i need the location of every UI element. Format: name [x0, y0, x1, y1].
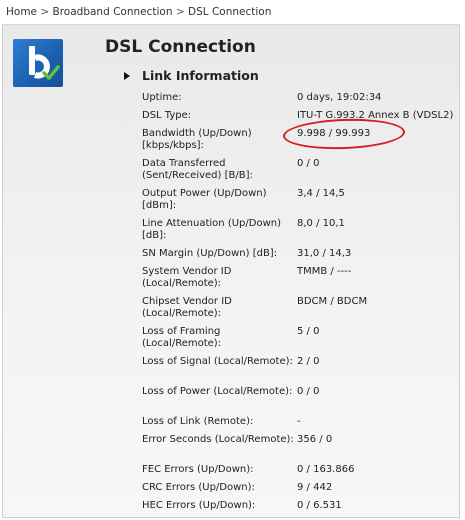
- row-label: FEC Errors (Up/Down):: [142, 464, 254, 475]
- row-value: 0 / 6.531: [297, 500, 342, 511]
- breadcrumb-separator: >: [40, 6, 50, 18]
- breadcrumb-separator: >: [175, 6, 185, 18]
- section-title-link-information[interactable]: Link Information: [142, 68, 259, 83]
- row-value: 31,0 / 14,3: [297, 248, 352, 259]
- breadcrumb: Home > Broadband Connection > DSL Connec…: [6, 6, 271, 18]
- row-label: Uptime:: [142, 92, 182, 103]
- row-label: Output Power (Up/Down) [dBm]:: [142, 188, 267, 211]
- row-value: 356 / 0: [297, 434, 333, 445]
- row-value: 2 / 0: [297, 356, 320, 367]
- row-value: BDCM / BDCM: [297, 296, 368, 307]
- breadcrumb-current-page: DSL Connection: [188, 6, 272, 18]
- row-value: TMMB / ----: [297, 266, 352, 277]
- row-label: DSL Type:: [142, 110, 192, 121]
- row-label: Loss of Framing (Local/Remote):: [142, 326, 222, 349]
- breadcrumb-broadband-link[interactable]: Broadband Connection: [53, 6, 173, 18]
- row-value: 8,0 / 10,1: [297, 218, 345, 229]
- row-value: 5 / 0: [297, 326, 320, 337]
- page-title: DSL Connection: [105, 37, 256, 57]
- row-value: 0 / 0: [297, 158, 320, 169]
- row-label: Loss of Link (Remote):: [142, 416, 254, 427]
- expand-arrow-icon[interactable]: [124, 72, 130, 80]
- row-label: Bandwidth (Up/Down) [kbps/kbps]:: [142, 128, 252, 151]
- row-value: 0 days, 19:02:34: [297, 92, 382, 103]
- breadcrumb-home-link[interactable]: Home: [6, 6, 37, 18]
- row-value: 0 / 163.866: [297, 464, 355, 475]
- row-value: 9 / 442: [297, 482, 333, 493]
- row-label: HEC Errors (Up/Down):: [142, 500, 256, 511]
- row-value: 3,4 / 14,5: [297, 188, 345, 199]
- row-label: Line Attenuation (Up/Down) [dB]:: [142, 218, 281, 241]
- row-label: Loss of Signal (Local/Remote):: [142, 356, 293, 367]
- row-label: System Vendor ID (Local/Remote):: [142, 266, 232, 289]
- row-value: 0 / 0: [297, 386, 320, 397]
- row-label: Loss of Power (Local/Remote):: [142, 386, 293, 397]
- dsl-info-panel: DSL Connection Link Information Uptime: 0…: [2, 24, 460, 518]
- bandwidth-highlight-ellipse: [282, 116, 406, 152]
- row-label: Error Seconds (Local/Remote):: [142, 434, 294, 445]
- row-label: CRC Errors (Up/Down):: [142, 482, 255, 493]
- b-checkmark-logo-icon: [13, 39, 63, 87]
- row-label: SN Margin (Up/Down) [dB]:: [142, 248, 278, 259]
- row-label: Chipset Vendor ID (Local/Remote):: [142, 296, 232, 319]
- row-label: Data Transferred (Sent/Received) [B/B]:: [142, 158, 253, 181]
- row-value: -: [297, 416, 301, 427]
